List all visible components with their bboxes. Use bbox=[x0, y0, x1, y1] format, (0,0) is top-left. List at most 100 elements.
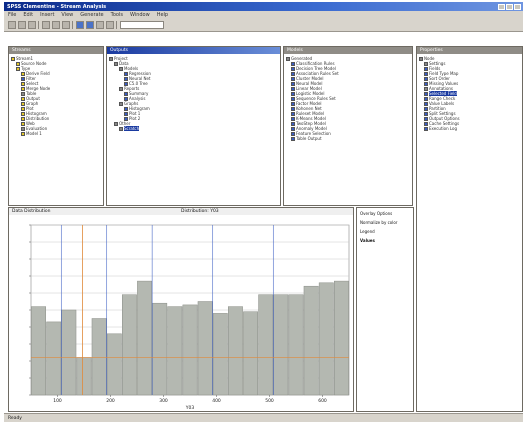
node-icon bbox=[291, 111, 295, 116]
models-tree: Generated Classification Rules Decision Tr… bbox=[284, 54, 412, 143]
menu-item-generate[interactable]: Generate bbox=[80, 12, 103, 18]
tree-item[interactable]: Table Output bbox=[286, 136, 410, 141]
bar bbox=[243, 311, 258, 396]
copy-icon[interactable] bbox=[52, 21, 60, 29]
node-icon bbox=[291, 61, 295, 66]
node-icon bbox=[424, 121, 428, 126]
node-icon bbox=[424, 116, 428, 121]
outputs-tree: Project Data Models Regression Neural Net C5.… bbox=[107, 54, 280, 133]
node-icon bbox=[424, 61, 428, 66]
menu-item-edit[interactable]: Edit bbox=[23, 12, 33, 18]
node-icon bbox=[291, 96, 295, 101]
bar bbox=[212, 313, 228, 396]
node-icon bbox=[16, 61, 20, 66]
window-title: SPSS Clementine - Stream Analysis bbox=[7, 3, 107, 10]
toolbar-separator bbox=[116, 21, 118, 29]
tree-item-label: Plot 2 bbox=[129, 116, 141, 121]
node-icon bbox=[424, 66, 428, 71]
menu-item-insert[interactable]: Insert bbox=[40, 12, 54, 18]
x-tick-label: 200 bbox=[106, 398, 115, 404]
menu-bar: File Edit Insert View Generate Tools Window Hel… bbox=[4, 11, 523, 19]
node-icon bbox=[16, 66, 20, 71]
maximize-icon[interactable] bbox=[506, 3, 513, 10]
tree-item-label: Model 1 bbox=[26, 131, 42, 136]
status-text: Ready bbox=[8, 415, 22, 421]
properties-tree: Node Settings Fields Field Type Map Sort Ord… bbox=[417, 54, 522, 133]
node-icon bbox=[21, 121, 25, 126]
menu-item-tools[interactable]: Tools bbox=[111, 12, 123, 18]
outputs-pane: Outputs Project Data Models Regression Neura… bbox=[106, 46, 281, 206]
status-bar: Ready bbox=[4, 413, 523, 422]
node-icon bbox=[424, 106, 428, 111]
menu-item-window[interactable]: Window bbox=[130, 12, 150, 18]
bar bbox=[122, 294, 137, 396]
models-pane: Models Generated Classification Rules Deci… bbox=[283, 46, 413, 206]
tree-item[interactable]: Model 1 bbox=[11, 131, 101, 136]
node-icon bbox=[114, 61, 118, 66]
models-pane-title: Models bbox=[284, 47, 412, 54]
zoom-select[interactable] bbox=[120, 21, 164, 29]
run-icon[interactable] bbox=[76, 21, 84, 29]
tree-item-label: Scratch bbox=[124, 126, 140, 131]
menu-item-help[interactable]: Help bbox=[157, 12, 168, 18]
node-icon bbox=[21, 126, 25, 131]
tree-item-label: Execution Log bbox=[429, 126, 458, 131]
menu-item-file[interactable]: File bbox=[8, 12, 16, 18]
bar bbox=[106, 333, 122, 396]
paste-icon[interactable] bbox=[62, 21, 70, 29]
chart-pane: Data Distribution Distribution: Y03 100 2… bbox=[8, 207, 354, 412]
streams-tree: Stream1 Source Node Type Derive Field Filter… bbox=[9, 54, 103, 138]
save-icon[interactable] bbox=[28, 21, 36, 29]
node-icon bbox=[291, 106, 295, 111]
node-icon bbox=[124, 116, 128, 121]
node-icon bbox=[21, 111, 25, 116]
legend-line-3: Legend bbox=[360, 229, 375, 234]
new-icon[interactable] bbox=[8, 21, 16, 29]
x-axis-label: Y03 bbox=[185, 405, 195, 411]
node-icon bbox=[291, 131, 295, 136]
bar bbox=[334, 280, 349, 396]
node-icon bbox=[291, 86, 295, 91]
bar bbox=[61, 309, 77, 396]
node-icon bbox=[124, 96, 128, 101]
chart-title: Distribution: Y03 bbox=[181, 209, 219, 214]
node-icon bbox=[119, 126, 123, 131]
bar bbox=[76, 357, 92, 396]
window-title-bar: SPSS Clementine - Stream Analysis bbox=[4, 2, 523, 11]
bar bbox=[152, 302, 168, 396]
bar bbox=[137, 280, 152, 396]
node-icon bbox=[286, 56, 290, 61]
close-icon[interactable] bbox=[514, 3, 521, 10]
stop-icon[interactable] bbox=[86, 21, 94, 29]
bar bbox=[318, 282, 334, 396]
legend-line-2[interactable]: Normalize by color bbox=[360, 220, 410, 225]
node-icon bbox=[11, 56, 15, 61]
node-icon bbox=[424, 126, 428, 131]
menu-item-view[interactable]: View bbox=[61, 12, 73, 18]
tree-item[interactable]: Execution Log bbox=[419, 126, 520, 131]
tree-item[interactable]: Scratch bbox=[109, 126, 278, 131]
node-icon bbox=[119, 66, 123, 71]
node-icon bbox=[291, 116, 295, 121]
toolbar bbox=[4, 19, 523, 32]
node-icon bbox=[21, 101, 25, 106]
minimize-icon[interactable] bbox=[498, 3, 505, 10]
x-tick-label: 100 bbox=[53, 398, 62, 404]
node-icon bbox=[119, 101, 123, 106]
node-icon bbox=[21, 81, 25, 86]
cut-icon[interactable] bbox=[42, 21, 50, 29]
x-tick-label: 400 bbox=[212, 398, 221, 404]
legend-values: Values bbox=[360, 238, 375, 243]
chart-icon[interactable] bbox=[106, 21, 114, 29]
open-icon[interactable] bbox=[18, 21, 26, 29]
node-icon bbox=[124, 71, 128, 76]
node-icon bbox=[21, 131, 25, 136]
zoom-icon[interactable] bbox=[96, 21, 104, 29]
bar bbox=[288, 294, 304, 396]
bar bbox=[228, 306, 243, 396]
node-icon bbox=[21, 116, 25, 121]
x-tick-label: 300 bbox=[159, 398, 168, 404]
bar bbox=[167, 306, 183, 396]
node-icon bbox=[291, 76, 295, 81]
toolbar-separator bbox=[38, 21, 40, 29]
